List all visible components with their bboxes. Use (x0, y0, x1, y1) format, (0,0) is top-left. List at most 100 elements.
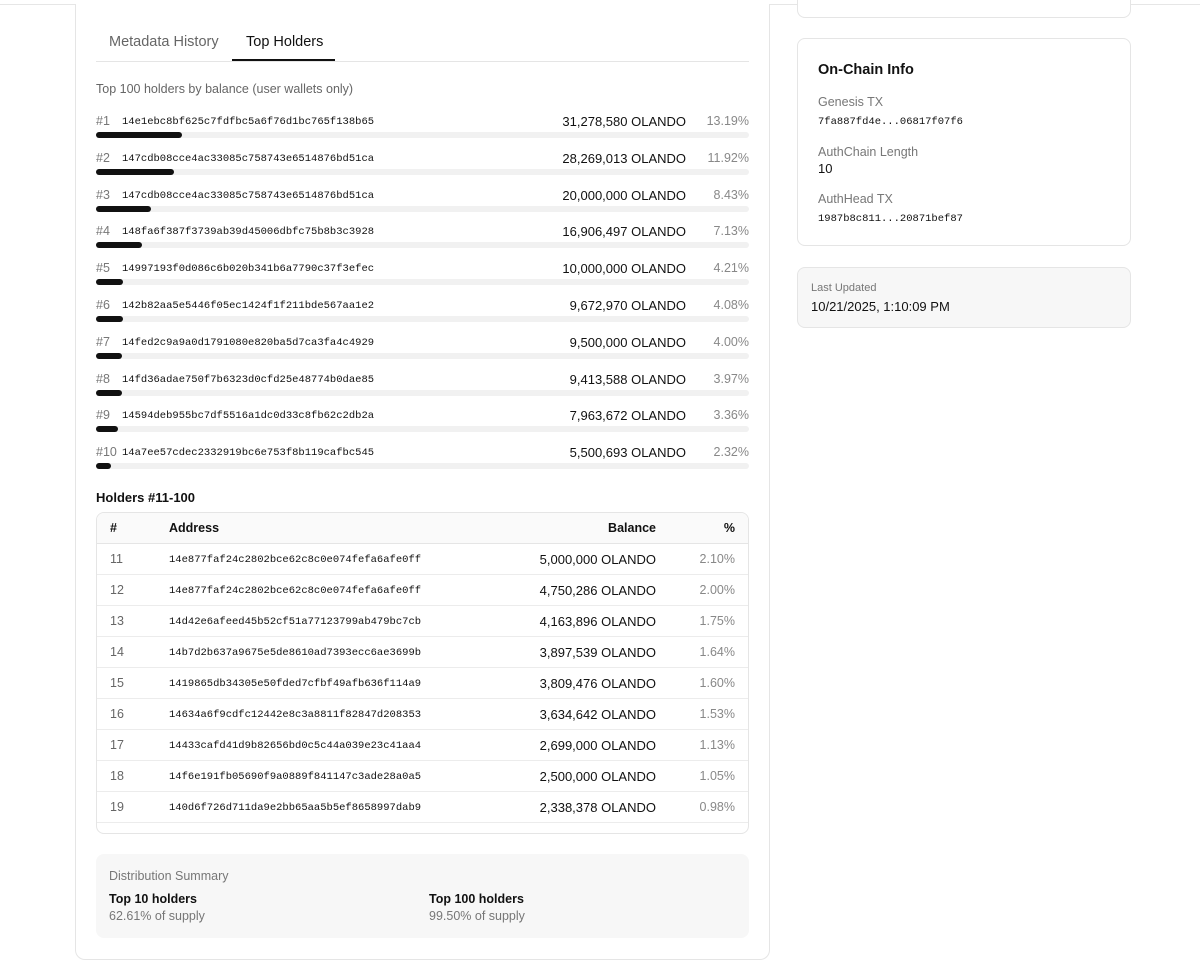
row-rank: 14 (110, 645, 124, 659)
row-address[interactable]: 14e877faf24c2802bce62c8c0e074fefa6afe0ff (169, 585, 421, 597)
holder-share-bar-fill (96, 463, 112, 470)
top-holder-row[interactable]: #10 14a7ee57cdec2332919bc6e753f8b119cafbc… (96, 443, 749, 473)
row-balance: 4,750,286 OLANDO (539, 583, 656, 598)
row-percent: 2.10% (699, 552, 735, 566)
holder-address[interactable]: 142b82aa5e5446f05ec1424f1f211bde567aa1e2 (122, 300, 374, 312)
holder-share-bar-fill (96, 389, 122, 396)
table-row[interactable]: 15 1419865db34305e50fded7cfbf49afb636f114… (97, 668, 748, 699)
last-updated-value: 10/21/2025, 1:10:09 PM (811, 299, 950, 314)
holder-share-bar-track (96, 242, 749, 249)
holder-address[interactable]: 14997193f0d086c6b020b341b6a7790c37f3efec (122, 263, 374, 275)
row-address[interactable]: 1419865db34305e50fded7cfbf49afb636f114a9 (169, 678, 421, 690)
top-holder-row[interactable]: #4 148fa6f387f3739ab39d45006dbfc75b8b3c39… (96, 222, 749, 252)
holder-share-bar-fill (96, 242, 143, 249)
row-rank: 11 (110, 552, 123, 566)
top100-label: Top 100 holders (429, 892, 524, 906)
active-tab-indicator (232, 59, 335, 61)
holder-address[interactable]: 147cdb08cce4ac33085c758743e6514876bd51ca (122, 153, 374, 165)
holder-share-bar-track (96, 463, 749, 470)
holder-share-bar-track (96, 132, 749, 138)
holder-balance: 28,269,013 OLANDO (562, 150, 686, 166)
top-holder-row[interactable]: #5 14997193f0d086c6b020b341b6a7790c37f3ef… (96, 259, 749, 289)
row-percent: 1.53% (699, 707, 735, 721)
holder-percent: 11.92% (707, 150, 749, 165)
table-row[interactable]: 16 14634a6f9cdfc12442e8c3a8811f82847d2083… (97, 699, 748, 730)
tab-top-holders[interactable]: Top Holders (246, 34, 323, 50)
table-row[interactable]: 14 14b7d2b637a9675e5de8610ad7393ecc6ae369… (97, 637, 748, 668)
table-row[interactable]: 12 14e877faf24c2802bce62c8c0e074fefa6afe0… (97, 575, 748, 606)
row-rank: 17 (110, 738, 124, 752)
authhead-tx-label: AuthHead TX (818, 192, 893, 206)
row-balance: 3,634,642 OLANDO (539, 707, 656, 722)
holder-rank: #7 (96, 334, 110, 349)
holder-share-bar-track (96, 168, 749, 175)
table-row[interactable]: 13 14d42e6afeed45b52cf51a77123799ab479bc7… (97, 606, 748, 637)
holder-rank: #8 (96, 371, 110, 386)
holder-address[interactable]: 14594deb955bc7df5516a1dc0d33c8fb62c2db2a (122, 410, 374, 422)
holder-rank: #2 (96, 150, 110, 165)
holder-percent: 13.19% (706, 114, 749, 128)
holder-share-bar-fill (96, 132, 182, 138)
holder-address[interactable]: 147cdb08cce4ac33085c758743e6514876bd51ca (122, 190, 374, 202)
holder-balance: 20,000,000 OLANDO (562, 187, 686, 203)
holder-rank: #1 (96, 114, 110, 128)
row-address[interactable]: 14433cafd41d9b82656bd0c5c44a039e23c41aa4 (169, 740, 421, 752)
distribution-summary: Distribution Summary Top 10 holders 62.6… (96, 854, 749, 938)
top-holder-row[interactable]: #3 147cdb08cce4ac33085c758743e6514876bd51… (96, 186, 749, 216)
holder-balance: 9,413,588 OLANDO (569, 371, 686, 387)
top-holder-row[interactable]: #8 14fd36adae750f7b6323d0cfd25e48774b0dae… (96, 370, 749, 400)
row-balance: 2,338,378 OLANDO (539, 800, 656, 815)
row-address[interactable]: 14f6e191fb05690f9a0889f841147c3ade28a0a5 (169, 771, 421, 783)
genesis-tx-value[interactable]: 7fa887fd4e...06817f07f6 (818, 116, 963, 128)
row-address[interactable]: 14b7d2b637a9675e5de8610ad7393ecc6ae3699b (169, 647, 421, 659)
table-row[interactable]: 18 14f6e191fb05690f9a0889f841147c3ade28a0… (97, 761, 748, 792)
holder-balance: 5,500,693 OLANDO (569, 445, 686, 461)
column-header-balance: Balance (608, 521, 656, 535)
holders-subtitle: Top 100 holders by balance (user wallets… (96, 82, 354, 96)
row-percent: 1.60% (699, 676, 735, 690)
row-rank: 15 (110, 676, 124, 690)
holders-table[interactable]: # Address Balance % 11 14e877faf24c2802bc… (96, 512, 749, 834)
holder-share-bar-track (96, 389, 749, 396)
previous-card-bottom (797, 0, 1131, 18)
holder-address[interactable]: 14a7ee57cdec2332919bc6e753f8b119cafbc545 (122, 447, 374, 459)
table-row[interactable]: 19 140d6f726d711da9e2bb65aa5b5ef8658997da… (97, 792, 748, 823)
top-holder-row[interactable]: #9 14594deb955bc7df5516a1dc0d33c8fb62c2db… (96, 406, 749, 436)
holder-percent: 3.36% (713, 408, 749, 423)
row-address[interactable]: 14d42e6afeed45b52cf51a77123799ab479bc7cb (169, 616, 421, 628)
top-holder-row[interactable]: #2 147cdb08cce4ac33085c758743e6514876bd51… (96, 149, 749, 179)
holder-rank: #9 (96, 408, 110, 423)
row-percent: 2.00% (699, 583, 735, 597)
tab-metadata-history[interactable]: Metadata History (109, 34, 219, 50)
holder-balance: 10,000,000 OLANDO (562, 261, 686, 277)
holder-percent: 7.13% (713, 224, 749, 239)
holder-address[interactable]: 14fd36adae750f7b6323d0cfd25e48774b0dae85 (122, 374, 374, 386)
top-holder-row[interactable]: #7 14fed2c9a9a0d1791080e820ba5d7ca3fa4c49… (96, 333, 749, 363)
row-address[interactable]: 14634a6f9cdfc12442e8c3a8811f82847d208353 (169, 709, 421, 721)
row-rank: 16 (110, 707, 124, 721)
holder-balance: 16,906,497 OLANDO (562, 224, 686, 240)
onchain-title: On-Chain Info (818, 62, 914, 78)
authchain-length-label: AuthChain Length (818, 145, 919, 159)
row-balance: 2,500,000 OLANDO (539, 769, 656, 784)
authhead-tx-value[interactable]: 1987b8c811...20871bef87 (818, 213, 963, 225)
top-holder-row[interactable]: #6 142b82aa5e5446f05ec1424f1f211bde567aa1… (96, 296, 749, 326)
holder-address[interactable]: 14e1ebc8bf625c7fdfbc5a6f76d1bc765f138b65 (122, 116, 374, 128)
holder-rank: #6 (96, 298, 110, 312)
genesis-tx-label: Genesis TX (818, 95, 884, 109)
table-row[interactable]: 11 14e877faf24c2802bce62c8c0e074fefa6afe0… (97, 544, 748, 575)
row-address[interactable]: 140d6f726d711da9e2bb65aa5b5ef8658997dab9 (169, 802, 421, 814)
holder-percent: 8.43% (713, 187, 749, 202)
holder-share-bar-fill (96, 168, 174, 175)
holder-percent: 3.97% (713, 371, 749, 386)
column-header-percent: % (723, 521, 735, 535)
row-address[interactable]: 14e877faf24c2802bce62c8c0e074fefa6afe0ff (169, 554, 421, 566)
top10-label: Top 10 holders (109, 892, 197, 906)
table-row[interactable]: 17 14433cafd41d9b82656bd0c5c44a039e23c41a… (97, 730, 748, 761)
authchain-length-value: 10 (818, 161, 833, 176)
row-rank: 13 (110, 614, 124, 628)
holder-share-bar-fill (96, 205, 151, 212)
holder-address[interactable]: 148fa6f387f3739ab39d45006dbfc75b8b3c3928 (122, 226, 374, 238)
top-holder-row[interactable]: #1 14e1ebc8bf625c7fdfbc5a6f76d1bc765f138b… (96, 112, 749, 142)
holder-address[interactable]: 14fed2c9a9a0d1791080e820ba5d7ca3fa4c4929 (122, 337, 374, 349)
